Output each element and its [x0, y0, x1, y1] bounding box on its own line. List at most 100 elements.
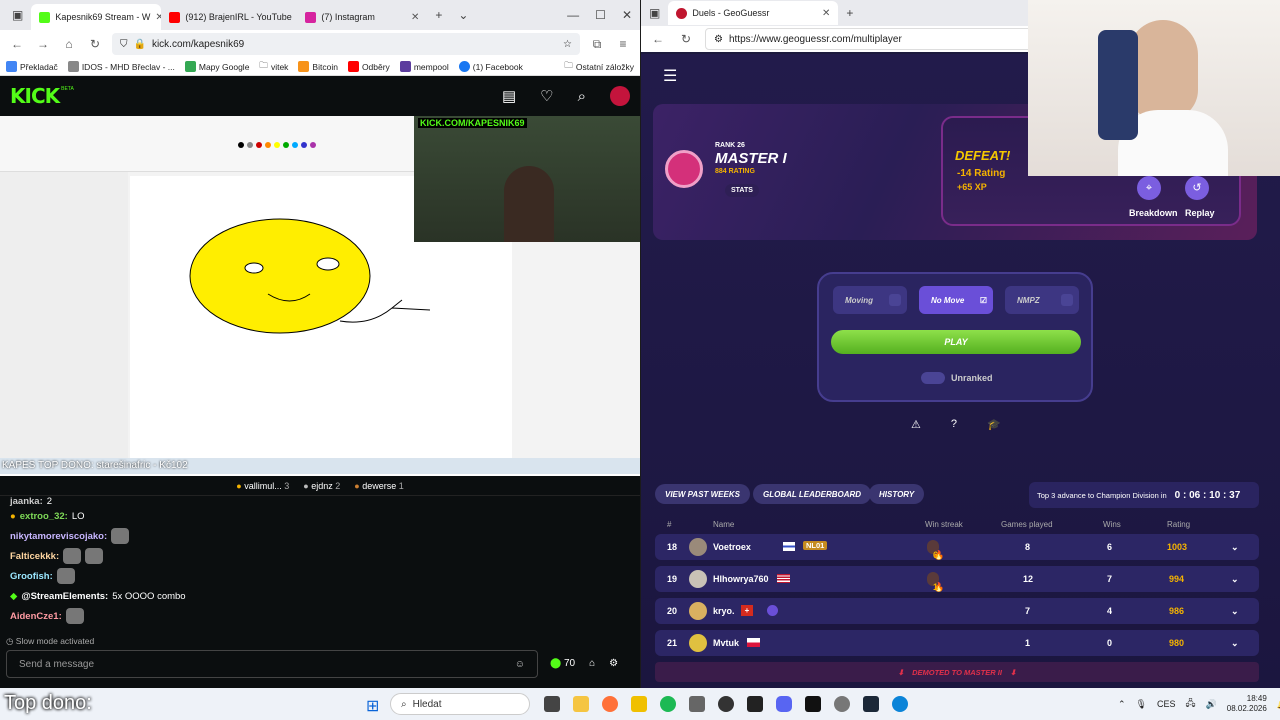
tab-geoguessr[interactable]: Duels - GeoGuessr ✕ [668, 1, 839, 25]
discord-icon[interactable] [776, 696, 792, 712]
mode-nmpz[interactable]: NMPZ [1005, 286, 1079, 314]
task-view-icon[interactable] [544, 696, 560, 712]
reload-icon[interactable]: ↻ [677, 32, 695, 46]
bookmark-maps[interactable]: Mapy Google [184, 61, 249, 72]
paint-sidebar [0, 172, 128, 458]
stream-video[interactable]: KICK.COM/KAPESNIK69 KAPES TOP DONO: star… [0, 116, 640, 474]
flag-icon: + [741, 605, 753, 616]
unranked-toggle[interactable]: Unranked [921, 372, 993, 384]
obs-icon[interactable] [718, 696, 734, 712]
breakdown-pin-icon[interactable]: ⌖ [1137, 176, 1161, 200]
forward-icon[interactable]: → [34, 37, 52, 51]
rank-emblem-icon [665, 150, 703, 188]
back-icon[interactable]: ← [649, 32, 667, 46]
firefox-icon[interactable] [602, 696, 618, 712]
bookmark-mempool[interactable]: mempool [399, 61, 449, 72]
bookmark-translator[interactable]: Překladač [6, 61, 58, 72]
maximize-icon[interactable]: ☐ [587, 8, 614, 22]
search-icon[interactable]: ⌕ [578, 88, 586, 105]
leader-item[interactable]: ● vallimul... 3 [236, 481, 289, 491]
reload-icon[interactable]: ↻ [86, 37, 104, 51]
stats-button[interactable]: STATS [725, 184, 759, 197]
chat-message: Falticekkk: [0, 546, 640, 566]
replay-icon[interactable]: ↺ [1185, 176, 1209, 200]
file-explorer-icon[interactable] [573, 696, 589, 712]
close-tab-icon[interactable]: ✕ [411, 12, 419, 23]
browse-icon[interactable]: ▤ [502, 87, 516, 105]
emote-picker-icon[interactable]: ☺ [515, 659, 525, 670]
view-past-weeks-button[interactable]: VIEW PAST WEEKS [655, 484, 750, 504]
bookmark-folder-vitek[interactable]: 🗀 vitek [259, 60, 288, 74]
graduation-cap-icon[interactable]: 🎓 [987, 418, 1001, 431]
star-icon[interactable]: ☆ [563, 39, 572, 50]
store-icon[interactable]: ⌂ [589, 658, 595, 669]
bookmark-idos[interactable]: IDOS - MHD Břeclav - ... [67, 61, 175, 72]
leaderboard-row[interactable]: 19 Hlhowrya760 🔥 1 12 7 994 ⌄ [655, 566, 1259, 592]
other-bookmarks[interactable]: 🗀 Ostatní záložky [564, 60, 634, 74]
spotify-icon[interactable] [660, 696, 676, 712]
taskbar-search[interactable]: ⌕ Hledat [390, 693, 530, 715]
close-window-icon[interactable]: ✕ [614, 8, 640, 22]
mode-no-move[interactable]: No Move ☑ [919, 286, 993, 314]
close-tab-icon[interactable]: ✕ [822, 8, 830, 19]
points-counter[interactable]: ⬤ 70 [550, 658, 575, 669]
history-button[interactable]: HISTORY [869, 484, 925, 504]
leaderboard-row[interactable]: 18 Voetroex NL01 🔥 6 8 6 1003 ⌄ [655, 534, 1259, 560]
top-dono-overlay: Top dono: [4, 692, 92, 714]
heart-icon[interactable]: ♡ [540, 87, 553, 105]
left-nav-bar: ← → ⌂ ↻ ⛉ 🔒 kick.com/kapesnik69 ☆ ⧉ ≡ [0, 30, 640, 58]
language-indicator[interactable]: CES [1157, 699, 1176, 709]
sidebar-toggle-icon[interactable]: ▣ [641, 6, 668, 20]
kick-logo[interactable]: KICK [10, 84, 60, 108]
left-eye [244, 262, 264, 274]
leaderboard-row[interactable]: 20 kryo. + 7 4 986 ⌄ [655, 598, 1259, 624]
replay-label[interactable]: Replay [1185, 208, 1215, 218]
chevron-up-icon[interactable]: ⌃ [1118, 699, 1126, 710]
avatar[interactable] [610, 86, 630, 106]
tab-youtube[interactable]: (912) BrajenIRL - YouTube ✕ [161, 4, 297, 30]
paint-toolbar [0, 116, 414, 172]
app-icon[interactable] [747, 696, 763, 712]
bookmark-subscriptions[interactable]: Odběry [347, 61, 390, 72]
leader-item[interactable]: ● dewerse 1 [354, 481, 404, 491]
home-icon[interactable]: ⌂ [60, 37, 78, 51]
volume-icon[interactable]: 🔊 [1206, 699, 1217, 710]
play-button[interactable]: PLAY [831, 330, 1081, 354]
bookmark-facebook[interactable]: (1) Facebook [458, 61, 523, 72]
settings-gear-icon[interactable]: ⚙ [609, 658, 618, 669]
breakdown-label[interactable]: Breakdown [1129, 208, 1178, 218]
new-tab-icon[interactable]: + [838, 6, 861, 20]
microphone-icon[interactable]: 🎙 [1136, 699, 1147, 710]
chat-input[interactable]: Send a message ☺ [6, 650, 538, 678]
back-icon[interactable]: ← [8, 37, 26, 51]
tab-overview-icon[interactable]: ▣ [4, 8, 31, 22]
edge-icon[interactable] [892, 696, 908, 712]
folder-icon[interactable] [631, 696, 647, 712]
demote-icon: ⬇ [897, 667, 905, 677]
address-bar[interactable]: ⛉ 🔒 kick.com/kapesnik69 ☆ [112, 33, 580, 55]
tab-kick[interactable]: Kapesnik69 Stream - W ✕ [31, 4, 162, 30]
network-icon[interactable]: 🖧 [1186, 696, 1196, 712]
app-icon[interactable] [805, 696, 821, 712]
question-icon[interactable]: ? [951, 418, 957, 431]
steam-icon[interactable] [863, 696, 879, 712]
tab-label: (912) BrajenIRL - YouTube [185, 12, 292, 22]
tab-instagram[interactable]: (7) Instagram ✕ [297, 4, 427, 30]
windows-start-icon[interactable]: ⊞ [366, 696, 379, 716]
leaderboard-row[interactable]: 21 Mvtuk 1 0 980 ⌄ [655, 630, 1259, 656]
leader-item[interactable]: ● ejdnz 2 [303, 481, 340, 491]
settings-icon[interactable] [834, 696, 850, 712]
bookmark-bitcoin[interactable]: Bitcoin [298, 61, 338, 72]
new-tab-icon[interactable]: + [427, 8, 450, 22]
flag-icon [783, 542, 795, 551]
mode-moving[interactable]: Moving [833, 286, 907, 314]
calculator-icon[interactable] [689, 696, 705, 712]
hamburger-menu-icon[interactable]: ☰ [663, 66, 681, 86]
tab-list-icon[interactable]: ⌄ [450, 8, 476, 22]
clock[interactable]: 18:49 08.02.2026 [1227, 694, 1267, 714]
global-leaderboard-button[interactable]: GLOBAL LEADERBOARD [753, 484, 872, 504]
minimize-icon[interactable]: — [559, 8, 587, 22]
warning-icon[interactable]: ⚠ [911, 418, 921, 431]
extension-icon[interactable]: ⧉ [588, 37, 606, 52]
menu-icon[interactable]: ≡ [614, 37, 632, 51]
